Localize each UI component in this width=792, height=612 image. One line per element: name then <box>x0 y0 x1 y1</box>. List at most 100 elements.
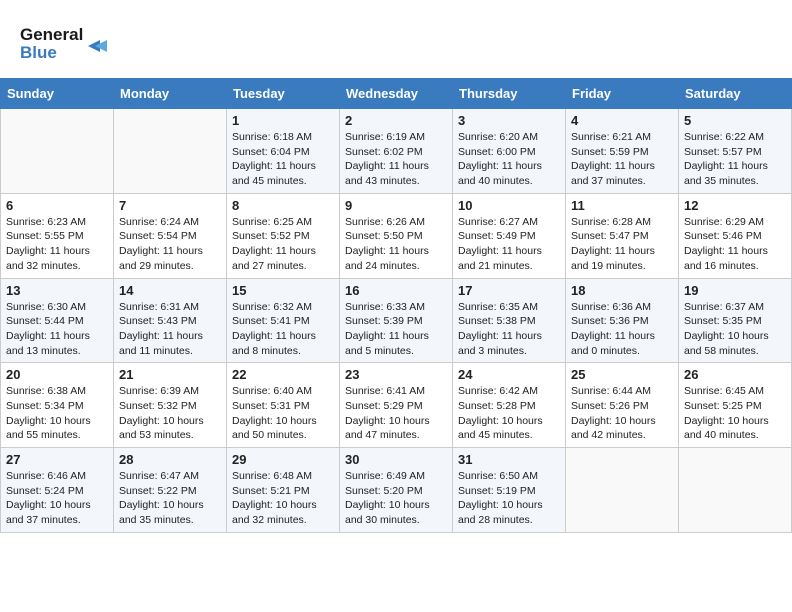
weekday-header: Wednesday <box>340 79 453 109</box>
day-number: 18 <box>571 283 673 298</box>
calendar-cell: 2 Sunrise: 6:19 AMSunset: 6:02 PMDaylight… <box>340 109 453 194</box>
cell-sun-info: Sunrise: 6:46 AMSunset: 5:24 PMDaylight:… <box>6 469 108 528</box>
calendar-cell: 21 Sunrise: 6:39 AMSunset: 5:32 PMDayligh… <box>114 363 227 448</box>
weekday-header: Thursday <box>453 79 566 109</box>
day-number: 6 <box>6 198 108 213</box>
cell-sun-info: Sunrise: 6:41 AMSunset: 5:29 PMDaylight:… <box>345 384 447 443</box>
calendar-cell: 30 Sunrise: 6:49 AMSunset: 5:20 PMDayligh… <box>340 448 453 533</box>
calendar-cell <box>114 109 227 194</box>
cell-sun-info: Sunrise: 6:26 AMSunset: 5:50 PMDaylight:… <box>345 215 447 274</box>
calendar-week-row: 1 Sunrise: 6:18 AMSunset: 6:04 PMDaylight… <box>1 109 792 194</box>
day-number: 27 <box>6 452 108 467</box>
calendar-cell: 11 Sunrise: 6:28 AMSunset: 5:47 PMDayligh… <box>566 193 679 278</box>
day-number: 30 <box>345 452 447 467</box>
logo: General Blue <box>20 18 110 68</box>
cell-sun-info: Sunrise: 6:50 AMSunset: 5:19 PMDaylight:… <box>458 469 560 528</box>
calendar-cell: 25 Sunrise: 6:44 AMSunset: 5:26 PMDayligh… <box>566 363 679 448</box>
calendar-cell: 29 Sunrise: 6:48 AMSunset: 5:21 PMDayligh… <box>227 448 340 533</box>
calendar-cell: 9Sunrise: 6:26 AMSunset: 5:50 PMDaylight… <box>340 193 453 278</box>
calendar-cell: 16 Sunrise: 6:33 AMSunset: 5:39 PMDayligh… <box>340 278 453 363</box>
cell-sun-info: Sunrise: 6:28 AMSunset: 5:47 PMDaylight:… <box>571 215 673 274</box>
header: General Blue <box>0 0 792 78</box>
weekday-header: Friday <box>566 79 679 109</box>
cell-sun-info: Sunrise: 6:39 AMSunset: 5:32 PMDaylight:… <box>119 384 221 443</box>
day-number: 1 <box>232 113 334 128</box>
day-number: 21 <box>119 367 221 382</box>
cell-sun-info: Sunrise: 6:18 AMSunset: 6:04 PMDaylight:… <box>232 130 334 189</box>
day-number: 22 <box>232 367 334 382</box>
day-number: 28 <box>119 452 221 467</box>
calendar-week-row: 13Sunrise: 6:30 AMSunset: 5:44 PMDayligh… <box>1 278 792 363</box>
calendar-cell: 17Sunrise: 6:35 AMSunset: 5:38 PMDayligh… <box>453 278 566 363</box>
weekday-header-row: SundayMondayTuesdayWednesdayThursdayFrid… <box>1 79 792 109</box>
day-number: 15 <box>232 283 334 298</box>
calendar-cell: 15 Sunrise: 6:32 AMSunset: 5:41 PMDayligh… <box>227 278 340 363</box>
calendar-week-row: 27 Sunrise: 6:46 AMSunset: 5:24 PMDayligh… <box>1 448 792 533</box>
day-number: 23 <box>345 367 447 382</box>
calendar-cell <box>566 448 679 533</box>
cell-sun-info: Sunrise: 6:23 AMSunset: 5:55 PMDaylight:… <box>6 215 108 274</box>
day-number: 25 <box>571 367 673 382</box>
day-number: 3 <box>458 113 560 128</box>
cell-sun-info: Sunrise: 6:38 AMSunset: 5:34 PMDaylight:… <box>6 384 108 443</box>
calendar-cell <box>1 109 114 194</box>
calendar-cell: 24 Sunrise: 6:42 AMSunset: 5:28 PMDayligh… <box>453 363 566 448</box>
calendar-cell: 20 Sunrise: 6:38 AMSunset: 5:34 PMDayligh… <box>1 363 114 448</box>
weekday-header: Monday <box>114 79 227 109</box>
cell-sun-info: Sunrise: 6:30 AMSunset: 5:44 PMDaylight:… <box>6 300 108 359</box>
day-number: 16 <box>345 283 447 298</box>
calendar-cell: 18Sunrise: 6:36 AMSunset: 5:36 PMDayligh… <box>566 278 679 363</box>
calendar-cell: 5Sunrise: 6:22 AMSunset: 5:57 PMDaylight… <box>679 109 792 194</box>
calendar-cell: 6 Sunrise: 6:23 AMSunset: 5:55 PMDaylight… <box>1 193 114 278</box>
calendar-cell: 13Sunrise: 6:30 AMSunset: 5:44 PMDayligh… <box>1 278 114 363</box>
day-number: 11 <box>571 198 673 213</box>
weekday-header: Tuesday <box>227 79 340 109</box>
cell-sun-info: Sunrise: 6:32 AMSunset: 5:41 PMDaylight:… <box>232 300 334 359</box>
day-number: 20 <box>6 367 108 382</box>
cell-sun-info: Sunrise: 6:19 AMSunset: 6:02 PMDaylight:… <box>345 130 447 189</box>
calendar-cell: 1 Sunrise: 6:18 AMSunset: 6:04 PMDaylight… <box>227 109 340 194</box>
calendar-cell: 23 Sunrise: 6:41 AMSunset: 5:29 PMDayligh… <box>340 363 453 448</box>
calendar-cell: 14 Sunrise: 6:31 AMSunset: 5:43 PMDayligh… <box>114 278 227 363</box>
calendar-week-row: 20 Sunrise: 6:38 AMSunset: 5:34 PMDayligh… <box>1 363 792 448</box>
cell-sun-info: Sunrise: 6:45 AMSunset: 5:25 PMDaylight:… <box>684 384 786 443</box>
day-number: 14 <box>119 283 221 298</box>
weekday-header: Saturday <box>679 79 792 109</box>
cell-sun-info: Sunrise: 6:42 AMSunset: 5:28 PMDaylight:… <box>458 384 560 443</box>
svg-text:General: General <box>20 25 83 44</box>
day-number: 8 <box>232 198 334 213</box>
cell-sun-info: Sunrise: 6:25 AMSunset: 5:52 PMDaylight:… <box>232 215 334 274</box>
day-number: 19 <box>684 283 786 298</box>
day-number: 29 <box>232 452 334 467</box>
day-number: 26 <box>684 367 786 382</box>
cell-sun-info: Sunrise: 6:33 AMSunset: 5:39 PMDaylight:… <box>345 300 447 359</box>
day-number: 4 <box>571 113 673 128</box>
calendar-cell: 28 Sunrise: 6:47 AMSunset: 5:22 PMDayligh… <box>114 448 227 533</box>
cell-sun-info: Sunrise: 6:20 AMSunset: 6:00 PMDaylight:… <box>458 130 560 189</box>
cell-sun-info: Sunrise: 6:24 AMSunset: 5:54 PMDaylight:… <box>119 215 221 274</box>
calendar-week-row: 6 Sunrise: 6:23 AMSunset: 5:55 PMDaylight… <box>1 193 792 278</box>
cell-sun-info: Sunrise: 6:48 AMSunset: 5:21 PMDaylight:… <box>232 469 334 528</box>
cell-sun-info: Sunrise: 6:27 AMSunset: 5:49 PMDaylight:… <box>458 215 560 274</box>
page: General Blue SundayMondayTuesdayWednesda… <box>0 0 792 612</box>
cell-sun-info: Sunrise: 6:21 AMSunset: 5:59 PMDaylight:… <box>571 130 673 189</box>
day-number: 10 <box>458 198 560 213</box>
day-number: 24 <box>458 367 560 382</box>
calendar-cell: 26 Sunrise: 6:45 AMSunset: 5:25 PMDayligh… <box>679 363 792 448</box>
cell-sun-info: Sunrise: 6:31 AMSunset: 5:43 PMDaylight:… <box>119 300 221 359</box>
cell-sun-info: Sunrise: 6:29 AMSunset: 5:46 PMDaylight:… <box>684 215 786 274</box>
calendar-cell <box>679 448 792 533</box>
calendar-cell: 3 Sunrise: 6:20 AMSunset: 6:00 PMDaylight… <box>453 109 566 194</box>
cell-sun-info: Sunrise: 6:35 AMSunset: 5:38 PMDaylight:… <box>458 300 560 359</box>
calendar-cell: 10 Sunrise: 6:27 AMSunset: 5:49 PMDayligh… <box>453 193 566 278</box>
cell-sun-info: Sunrise: 6:44 AMSunset: 5:26 PMDaylight:… <box>571 384 673 443</box>
cell-sun-info: Sunrise: 6:47 AMSunset: 5:22 PMDaylight:… <box>119 469 221 528</box>
calendar-cell: 22Sunrise: 6:40 AMSunset: 5:31 PMDayligh… <box>227 363 340 448</box>
day-number: 2 <box>345 113 447 128</box>
calendar-table: SundayMondayTuesdayWednesdayThursdayFrid… <box>0 78 792 533</box>
logo-svg: General Blue <box>20 18 110 68</box>
day-number: 7 <box>119 198 221 213</box>
weekday-header: Sunday <box>1 79 114 109</box>
cell-sun-info: Sunrise: 6:49 AMSunset: 5:20 PMDaylight:… <box>345 469 447 528</box>
calendar-cell: 7 Sunrise: 6:24 AMSunset: 5:54 PMDaylight… <box>114 193 227 278</box>
